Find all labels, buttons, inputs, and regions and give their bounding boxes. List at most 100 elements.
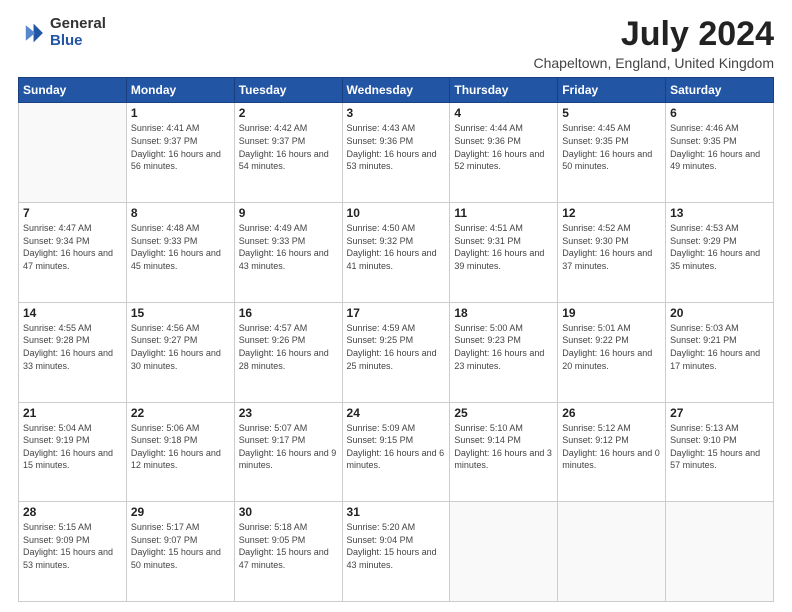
week-row-1: 7 Sunrise: 4:47 AM Sunset: 9:34 PM Daylig… — [19, 203, 774, 303]
day-info: Sunrise: 4:49 AM Sunset: 9:33 PM Dayligh… — [239, 222, 338, 272]
day-number: 30 — [239, 505, 338, 519]
day-info: Sunrise: 5:13 AM Sunset: 9:10 PM Dayligh… — [670, 422, 769, 472]
logo: General Blue — [18, 16, 106, 49]
day-number: 17 — [347, 306, 446, 320]
calendar-cell: 15 Sunrise: 4:56 AM Sunset: 9:27 PM Dayli… — [126, 302, 234, 402]
header: General Blue July 2024 Chapeltown, Engla… — [18, 16, 774, 71]
week-row-2: 14Sunrise: 4:55 AM Sunset: 9:28 PM Dayli… — [19, 302, 774, 402]
day-info: Sunrise: 5:20 AM Sunset: 9:04 PM Dayligh… — [347, 521, 446, 571]
day-number: 13 — [670, 206, 769, 220]
day-info: Sunrise: 5:01 AM Sunset: 9:22 PM Dayligh… — [562, 322, 661, 372]
day-info: Sunrise: 4:48 AM Sunset: 9:33 PM Dayligh… — [131, 222, 230, 272]
day-number: 15 — [131, 306, 230, 320]
calendar-cell: 13 Sunrise: 4:53 AM Sunset: 9:29 PM Dayli… — [666, 203, 774, 303]
calendar-cell: 16Sunrise: 4:57 AM Sunset: 9:26 PM Dayli… — [234, 302, 342, 402]
day-number: 19 — [562, 306, 661, 320]
calendar-cell: 4Sunrise: 4:44 AM Sunset: 9:36 PM Daylig… — [450, 103, 558, 203]
day-info: Sunrise: 4:41 AM Sunset: 9:37 PM Dayligh… — [131, 122, 230, 172]
calendar-cell: 18Sunrise: 5:00 AM Sunset: 9:23 PM Dayli… — [450, 302, 558, 402]
calendar-cell: 1 Sunrise: 4:41 AM Sunset: 9:37 PM Daylig… — [126, 103, 234, 203]
day-number: 28 — [23, 505, 122, 519]
calendar-cell: 10 Sunrise: 4:50 AM Sunset: 9:32 PM Dayli… — [342, 203, 450, 303]
logo-general-text: General — [50, 16, 106, 33]
day-number: 9 — [239, 206, 338, 220]
calendar-cell: 27 Sunrise: 5:13 AM Sunset: 9:10 PM Dayli… — [666, 402, 774, 502]
day-number: 24 — [347, 406, 446, 420]
day-info: Sunrise: 5:06 AM Sunset: 9:18 PM Dayligh… — [131, 422, 230, 472]
day-info: Sunrise: 5:04 AM Sunset: 9:19 PM Dayligh… — [23, 422, 122, 472]
calendar-cell: 19 Sunrise: 5:01 AM Sunset: 9:22 PM Dayli… — [558, 302, 666, 402]
calendar-cell: 12 Sunrise: 4:52 AM Sunset: 9:30 PM Dayli… — [558, 203, 666, 303]
day-info: Sunrise: 5:09 AM Sunset: 9:15 PM Dayligh… — [347, 422, 446, 472]
calendar-cell — [666, 502, 774, 602]
calendar-cell: 7 Sunrise: 4:47 AM Sunset: 9:34 PM Daylig… — [19, 203, 127, 303]
day-number: 1 — [131, 106, 230, 120]
col-sunday: Sunday — [19, 78, 127, 103]
title-block: July 2024 Chapeltown, England, United Ki… — [534, 16, 775, 71]
day-info: Sunrise: 4:59 AM Sunset: 9:25 PM Dayligh… — [347, 322, 446, 372]
day-info: Sunrise: 4:47 AM Sunset: 9:34 PM Dayligh… — [23, 222, 122, 272]
calendar-cell: 26 Sunrise: 5:12 AM Sunset: 9:12 PM Dayli… — [558, 402, 666, 502]
day-number: 2 — [239, 106, 338, 120]
calendar-cell: 25Sunrise: 5:10 AM Sunset: 9:14 PM Dayli… — [450, 402, 558, 502]
col-wednesday: Wednesday — [342, 78, 450, 103]
day-info: Sunrise: 5:17 AM Sunset: 9:07 PM Dayligh… — [131, 521, 230, 571]
day-number: 23 — [239, 406, 338, 420]
day-number: 3 — [347, 106, 446, 120]
day-info: Sunrise: 4:50 AM Sunset: 9:32 PM Dayligh… — [347, 222, 446, 272]
calendar-cell — [558, 502, 666, 602]
calendar-cell: 11Sunrise: 4:51 AM Sunset: 9:31 PM Dayli… — [450, 203, 558, 303]
calendar-cell: 30 Sunrise: 5:18 AM Sunset: 9:05 PM Dayli… — [234, 502, 342, 602]
day-info: Sunrise: 5:15 AM Sunset: 9:09 PM Dayligh… — [23, 521, 122, 571]
day-info: Sunrise: 5:07 AM Sunset: 9:17 PM Dayligh… — [239, 422, 338, 472]
calendar-cell: 5 Sunrise: 4:45 AM Sunset: 9:35 PM Daylig… — [558, 103, 666, 203]
day-number: 7 — [23, 206, 122, 220]
calendar-cell: 9 Sunrise: 4:49 AM Sunset: 9:33 PM Daylig… — [234, 203, 342, 303]
day-number: 12 — [562, 206, 661, 220]
day-info: Sunrise: 4:45 AM Sunset: 9:35 PM Dayligh… — [562, 122, 661, 172]
col-saturday: Saturday — [666, 78, 774, 103]
day-number: 20 — [670, 306, 769, 320]
day-number: 26 — [562, 406, 661, 420]
calendar-cell: 14Sunrise: 4:55 AM Sunset: 9:28 PM Dayli… — [19, 302, 127, 402]
logo-icon — [18, 19, 46, 47]
day-info: Sunrise: 4:53 AM Sunset: 9:29 PM Dayligh… — [670, 222, 769, 272]
week-row-0: 1 Sunrise: 4:41 AM Sunset: 9:37 PM Daylig… — [19, 103, 774, 203]
calendar-cell: 3 Sunrise: 4:43 AM Sunset: 9:36 PM Daylig… — [342, 103, 450, 203]
day-number: 14 — [23, 306, 122, 320]
day-number: 6 — [670, 106, 769, 120]
day-info: Sunrise: 4:43 AM Sunset: 9:36 PM Dayligh… — [347, 122, 446, 172]
calendar-cell — [19, 103, 127, 203]
day-number: 27 — [670, 406, 769, 420]
month-title: July 2024 — [534, 16, 775, 53]
calendar-cell: 23 Sunrise: 5:07 AM Sunset: 9:17 PM Dayli… — [234, 402, 342, 502]
day-info: Sunrise: 4:56 AM Sunset: 9:27 PM Dayligh… — [131, 322, 230, 372]
day-info: Sunrise: 5:12 AM Sunset: 9:12 PM Dayligh… — [562, 422, 661, 472]
day-number: 8 — [131, 206, 230, 220]
day-number: 5 — [562, 106, 661, 120]
logo-blue-text: Blue — [50, 33, 106, 50]
calendar-cell: 8 Sunrise: 4:48 AM Sunset: 9:33 PM Daylig… — [126, 203, 234, 303]
calendar-cell: 6Sunrise: 4:46 AM Sunset: 9:35 PM Daylig… — [666, 103, 774, 203]
col-thursday: Thursday — [450, 78, 558, 103]
day-info: Sunrise: 4:42 AM Sunset: 9:37 PM Dayligh… — [239, 122, 338, 172]
calendar-cell: 20Sunrise: 5:03 AM Sunset: 9:21 PM Dayli… — [666, 302, 774, 402]
day-number: 29 — [131, 505, 230, 519]
logo-text: General Blue — [50, 16, 106, 49]
day-info: Sunrise: 5:00 AM Sunset: 9:23 PM Dayligh… — [454, 322, 553, 372]
col-friday: Friday — [558, 78, 666, 103]
day-number: 25 — [454, 406, 553, 420]
calendar-cell — [450, 502, 558, 602]
day-info: Sunrise: 4:52 AM Sunset: 9:30 PM Dayligh… — [562, 222, 661, 272]
day-info: Sunrise: 5:18 AM Sunset: 9:05 PM Dayligh… — [239, 521, 338, 571]
calendar-cell: 24 Sunrise: 5:09 AM Sunset: 9:15 PM Dayli… — [342, 402, 450, 502]
page: General Blue July 2024 Chapeltown, Engla… — [0, 0, 792, 612]
day-info: Sunrise: 4:51 AM Sunset: 9:31 PM Dayligh… — [454, 222, 553, 272]
day-number: 4 — [454, 106, 553, 120]
day-number: 10 — [347, 206, 446, 220]
calendar-cell: 22 Sunrise: 5:06 AM Sunset: 9:18 PM Dayli… — [126, 402, 234, 502]
col-tuesday: Tuesday — [234, 78, 342, 103]
day-number: 16 — [239, 306, 338, 320]
day-number: 22 — [131, 406, 230, 420]
day-number: 21 — [23, 406, 122, 420]
